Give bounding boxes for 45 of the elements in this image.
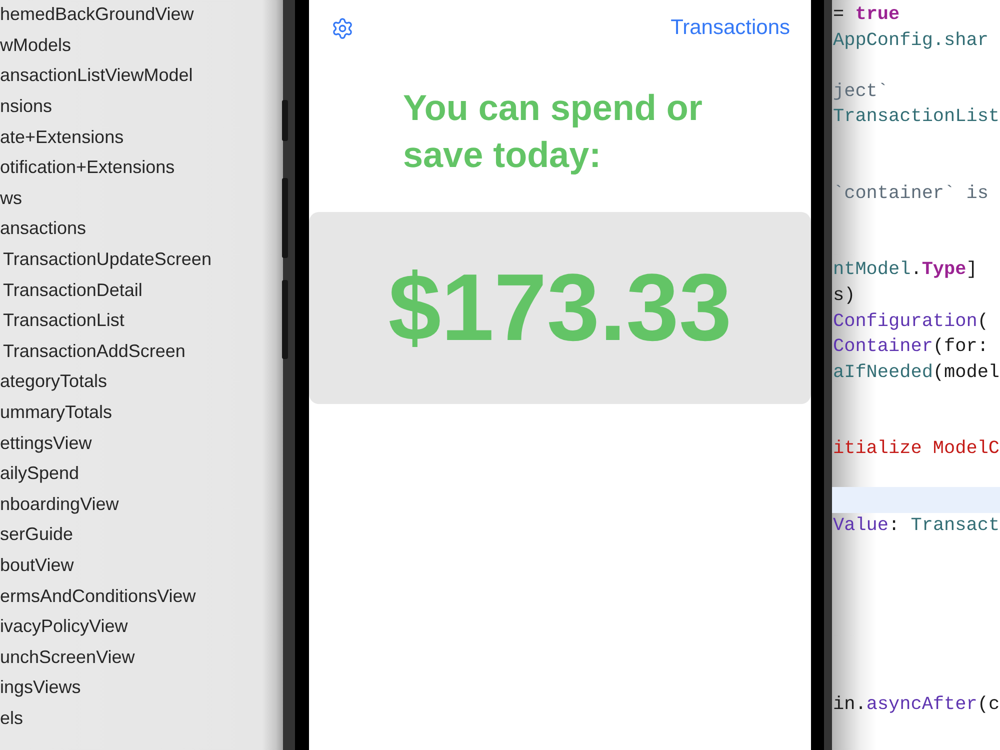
code-line: TransactionList — [832, 105, 1000, 130]
file-tree-item[interactable]: els — [0, 706, 24, 729]
file-tree-item[interactable]: ansactionListViewModel — [0, 64, 193, 86]
code-line: = true — [832, 3, 901, 27]
file-tree-item[interactable]: wModels — [0, 34, 72, 56]
phone-side-button[interactable] — [282, 100, 288, 141]
code-line: in.asyncAfter(c — [832, 692, 1000, 717]
file-tree-item[interactable]: TransactionAddScreen — [3, 340, 186, 362]
code-line: Value: Transact — [832, 514, 1000, 538]
file-tree-item[interactable]: TransactionUpdateScreen — [3, 248, 212, 270]
amount-value: $173.33 — [388, 258, 732, 358]
file-tree-item[interactable]: ermsAndConditionsView — [0, 584, 196, 607]
code-line: AppConfig.shar — [832, 28, 990, 53]
code-line: aIfNeeded(model — [832, 360, 1000, 385]
code-line: Container(for: — [832, 335, 990, 360]
code-line: s) — [832, 284, 856, 308]
file-tree-item[interactable]: nboardingView — [0, 492, 119, 515]
settings-icon — [331, 16, 354, 40]
file-tree-item[interactable]: ategoryTotals — [0, 370, 108, 392]
file-tree-item[interactable]: TransactionDetail — [3, 278, 142, 301]
file-tree-item[interactable]: otification+Extensions — [0, 156, 175, 178]
file-tree-item[interactable]: ws — [0, 186, 22, 209]
file-tree-item[interactable]: ansactions — [0, 217, 86, 240]
transactions-link[interactable]: Transactions — [670, 16, 790, 40]
code-line: Configuration( — [832, 310, 990, 334]
file-tree-item[interactable]: ummaryTotals — [0, 401, 112, 424]
file-tree-item[interactable]: ailySpend — [0, 462, 80, 484]
file-tree-item[interactable]: serGuide — [0, 523, 74, 546]
file-tree-item[interactable]: ate+Extensions — [0, 126, 124, 148]
file-tree-item[interactable]: ingsViews — [0, 676, 81, 698]
code-line: ntModel.Type] — [832, 258, 978, 282]
file-tree-item[interactable]: ettingsView — [0, 432, 92, 454]
file-tree-item[interactable]: TransactionList — [3, 309, 124, 332]
settings-button[interactable] — [331, 16, 354, 40]
code-line: ject` — [832, 80, 890, 104]
file-tree-item[interactable]: boutView — [0, 554, 74, 576]
file-tree-item[interactable]: unchScreenView — [0, 646, 135, 668]
phone-side-button[interactable] — [282, 280, 288, 359]
phone-side-button[interactable] — [282, 178, 288, 258]
headline: You can spend or save today: — [403, 86, 704, 177]
file-tree-item[interactable]: ivacyPolicyView — [0, 615, 128, 638]
file-tree-item[interactable]: hemedBackGroundView — [0, 3, 194, 26]
code-line: `container` is — [832, 182, 990, 206]
code-line: itialize ModelC — [832, 437, 1000, 462]
file-tree-item[interactable]: nsions — [0, 95, 52, 118]
